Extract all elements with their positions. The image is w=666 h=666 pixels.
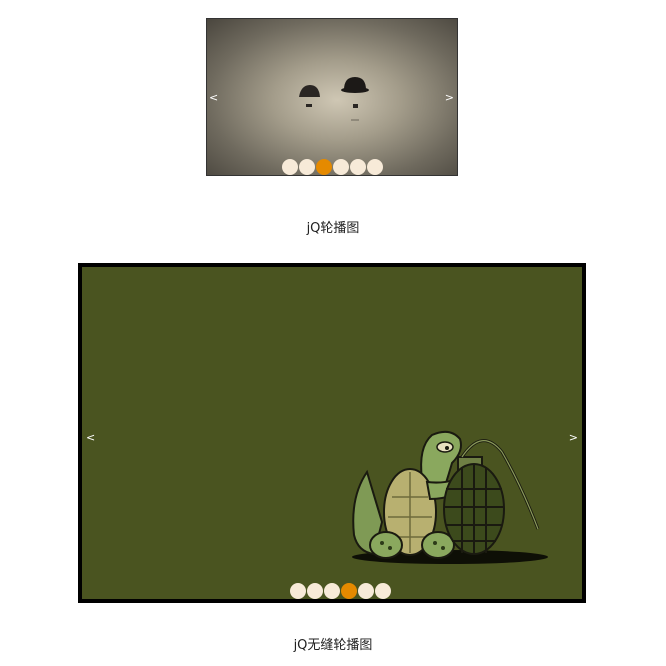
figure-right xyxy=(341,77,369,121)
carousel-indicator-dot[interactable] xyxy=(324,583,340,599)
carousel-caption: jQ无缝轮播图 xyxy=(293,638,373,653)
carousel-indicator-dot[interactable] xyxy=(358,583,374,599)
grenade xyxy=(443,439,540,555)
carousel-indicators xyxy=(290,583,391,599)
carousel-indicator-dot[interactable] xyxy=(316,159,332,175)
carousel-indicator-dot[interactable] xyxy=(282,159,298,175)
carousel-indicator-dot[interactable] xyxy=(290,583,306,599)
page: < > jQ轮播图 < > jQ无缝轮播图 xyxy=(0,0,666,666)
figure-left xyxy=(299,85,320,107)
carousel-indicator-dot[interactable] xyxy=(350,159,366,175)
carousel-next-arrow[interactable]: > xyxy=(569,432,578,444)
carousel-indicators xyxy=(282,159,383,175)
carousel-seamless: < > xyxy=(78,263,586,603)
carousel-caption: jQ轮播图 xyxy=(306,221,360,236)
carousel-indicator-dot[interactable] xyxy=(333,159,349,175)
carousel-prev-arrow[interactable]: < xyxy=(209,92,218,104)
carousel-indicator-dot[interactable] xyxy=(375,583,391,599)
carousel-basic: < > xyxy=(206,18,458,176)
carousel-indicator-dot[interactable] xyxy=(341,583,357,599)
carousel-indicator-dot[interactable] xyxy=(299,159,315,175)
carousel-prev-arrow[interactable]: < xyxy=(86,432,95,444)
slide-image-bowler-hats xyxy=(299,77,369,121)
carousel-next-arrow[interactable]: > xyxy=(445,92,454,104)
carousel-indicator-dot[interactable] xyxy=(307,583,323,599)
carousel-indicator-dot[interactable] xyxy=(367,159,383,175)
slide-image-turtle-grenade xyxy=(352,430,548,564)
